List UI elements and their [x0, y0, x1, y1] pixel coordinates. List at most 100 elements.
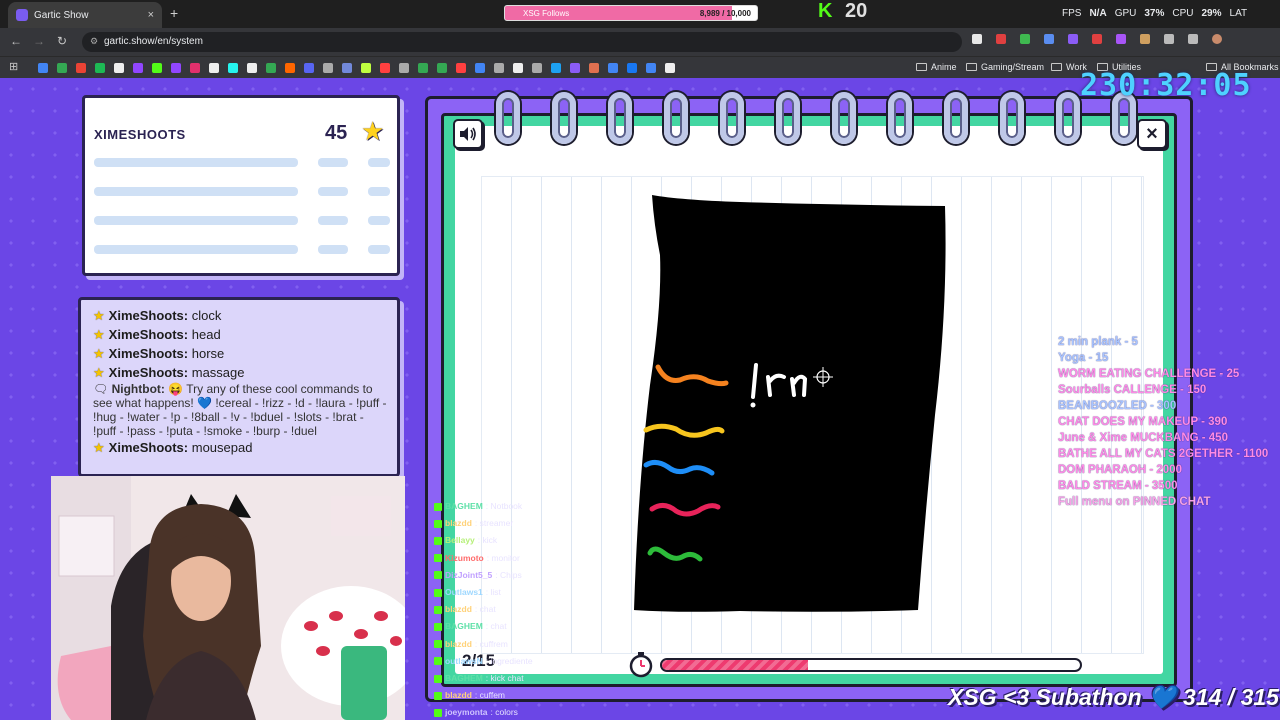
bookmark-icon[interactable] [361, 63, 371, 73]
bookmark-icon[interactable] [285, 63, 295, 73]
spiral-ring [608, 92, 632, 144]
extension-icon[interactable] [996, 34, 1006, 44]
apps-grid-icon[interactable]: ⊞ [9, 60, 18, 73]
kick-chat-text: : chat [474, 604, 496, 615]
kick-badge-icon [434, 623, 442, 632]
kick-chat-text: : monitor [486, 552, 520, 563]
chat-text: mousepad [191, 440, 253, 455]
chat-text: head [191, 327, 221, 342]
chat-text: massage [191, 365, 245, 380]
bookmark-icon[interactable] [589, 63, 599, 73]
spiral-ring [944, 92, 968, 144]
extension-icon[interactable] [1140, 34, 1150, 44]
sidebar-icon[interactable] [1188, 34, 1198, 44]
bookmark-icon[interactable] [418, 63, 428, 73]
extension-icon[interactable] [1116, 34, 1126, 44]
extension-icon[interactable] [1044, 34, 1054, 44]
new-tab-button[interactable]: + [170, 5, 178, 21]
bookmark-icon[interactable] [171, 63, 181, 73]
address-bar[interactable]: ⚙ gartic.show/en/system [82, 32, 962, 52]
bookmark-icon[interactable] [513, 63, 523, 73]
notebook-spiral [496, 92, 1136, 144]
bookmark-icon[interactable] [646, 63, 656, 73]
bookmark-icon[interactable] [627, 63, 637, 73]
bookmark-icon[interactable] [532, 63, 542, 73]
bookmark-icon[interactable] [152, 63, 162, 73]
bookmark-folder-gaming[interactable]: Gaming/Stream [966, 62, 1044, 72]
back-icon[interactable]: ← [10, 34, 22, 48]
menu-item: BATHE ALL MY CATS 2GETHER - 1100 [1058, 448, 1269, 460]
sound-toggle-button[interactable] [453, 119, 483, 149]
placeholder-bar [94, 245, 298, 254]
chat-message: ★ XimeShoots: head [93, 325, 389, 344]
kick-badge-icon [434, 588, 442, 597]
placeholder-bar [318, 245, 348, 254]
close-button[interactable]: × [1137, 119, 1167, 149]
close-tab-icon[interactable]: × [148, 9, 154, 21]
kick-chat-user: joeymonta [445, 707, 488, 718]
kick-chat-user: blazdd [445, 604, 472, 615]
site-info-icon[interactable]: ⚙ [90, 36, 98, 47]
bookmark-icon[interactable] [665, 63, 675, 73]
forward-icon[interactable]: → [33, 34, 45, 48]
subathon-banner: XSG <3 Subathon 💙 314 / 315 [948, 684, 1279, 711]
kick-chat-user: Outlaws1 [445, 587, 483, 598]
bookmark-icon[interactable] [494, 63, 504, 73]
bookmark-icon[interactable] [57, 63, 67, 73]
kick-viewer-count: 20 [845, 0, 868, 22]
bookmark-icon[interactable] [228, 63, 238, 73]
bookmark-icon[interactable] [437, 63, 447, 73]
spiral-ring [1056, 92, 1080, 144]
bookmark-icon[interactable] [342, 63, 352, 73]
bookmark-icon[interactable] [114, 63, 124, 73]
url-text: gartic.show/en/system [104, 36, 203, 47]
bookmark-icon[interactable] [38, 63, 48, 73]
kick-badge-icon [434, 605, 442, 614]
streamer-webcam [51, 476, 405, 720]
timer-progress-track [660, 658, 1082, 672]
kick-badge-icon [434, 537, 442, 545]
bookmark-icon[interactable] [323, 63, 333, 73]
bookmark-icon[interactable] [380, 63, 390, 73]
extension-icon[interactable] [1092, 34, 1102, 44]
bookmark-icon[interactable] [475, 63, 485, 73]
extension-icon[interactable] [1020, 34, 1030, 44]
bookmark-icon[interactable] [266, 63, 276, 73]
bookmark-icon[interactable] [95, 63, 105, 73]
kick-chat-user: BAGHEM [445, 501, 483, 511]
kick-badge-icon [434, 640, 442, 649]
chat-message: ★ XimeShoots: mousepad [93, 438, 389, 457]
player-drawing [634, 195, 946, 612]
reload-icon[interactable]: ↻ [57, 34, 67, 48]
bookmark-icon[interactable] [399, 63, 409, 73]
subathon-title: XSG <3 Subathon [948, 684, 1142, 710]
timer-progress-fill [662, 660, 809, 670]
bookmark-icon[interactable] [456, 63, 466, 73]
bookmark-icon[interactable] [570, 63, 580, 73]
bookmark-icon[interactable] [133, 63, 143, 73]
bookmark-icon[interactable] [209, 63, 219, 73]
bookmark-icon[interactable] [76, 63, 86, 73]
kick-chat-message: Bellayy: kick [434, 532, 533, 549]
extension-icon[interactable] [972, 34, 982, 44]
round-timer [628, 652, 1088, 678]
bookmark-icon[interactable] [190, 63, 200, 73]
gartic-favicon-icon [16, 9, 28, 21]
kick-chat-message: joeymonta: colors [434, 704, 533, 720]
kick-badge-icon [434, 674, 442, 683]
bookmark-icon[interactable] [247, 63, 257, 73]
browser-tab[interactable]: Gartic Show × [8, 2, 162, 28]
bookmark-icon[interactable] [304, 63, 314, 73]
placeholder-bar [318, 187, 348, 196]
extension-icon[interactable] [1068, 34, 1078, 44]
profile-avatar[interactable] [1212, 34, 1222, 44]
chat-message: ★ XimeShoots: massage [93, 363, 389, 382]
chat-message: ★ XimeShoots: horse [93, 344, 389, 363]
placeholder-bar [94, 187, 298, 196]
bookmark-icon[interactable] [551, 63, 561, 73]
extensions-puzzle-icon[interactable] [1164, 34, 1174, 44]
bookmark-icon[interactable] [608, 63, 618, 73]
chat-user: XimeShoots: [108, 327, 189, 342]
kick-chat-user: Bellayy [445, 535, 475, 546]
bookmark-folder-anime[interactable]: Anime [916, 62, 957, 72]
